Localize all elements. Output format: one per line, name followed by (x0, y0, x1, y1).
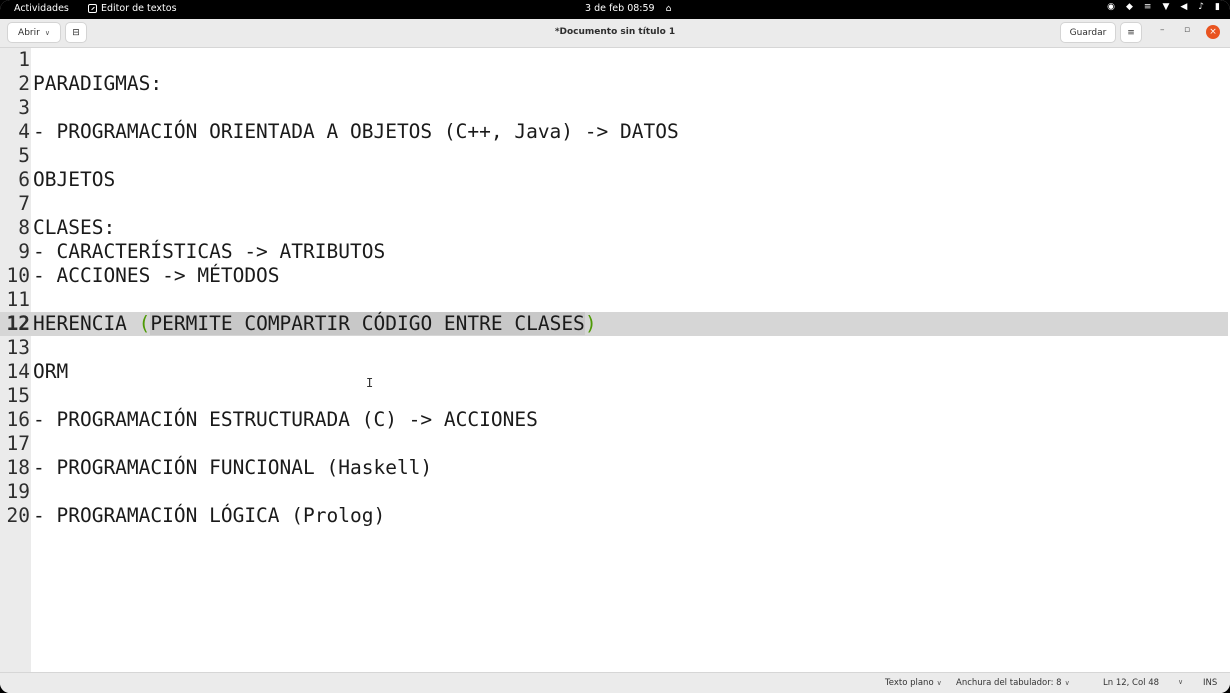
editor-line[interactable]: 20- PROGRAMACIÓN LÓGICA (Prolog) (0, 504, 1230, 528)
text-editor-icon (88, 4, 97, 13)
language-label: Texto plano (885, 678, 934, 688)
menu-icon[interactable]: ≡ (1144, 2, 1152, 12)
line-number: 2 (18, 72, 30, 95)
line-number: 18 (6, 456, 30, 479)
editor-line[interactable]: 18- PROGRAMACIÓN FUNCIONAL (Haskell) (0, 456, 1230, 480)
editor-line[interactable]: 7 (0, 192, 1230, 216)
line-number: 11 (6, 288, 30, 311)
clock-text: 3 de feb 08:59 (585, 3, 655, 14)
line-number: 1 (18, 48, 30, 71)
notification-icon: ⌂ (665, 3, 672, 14)
editor-line[interactable]: 13 (0, 336, 1230, 360)
clock[interactable]: 3 de feb 08:59 ⌂ (585, 3, 671, 14)
line-text: - PROGRAMACIÓN LÓGICA (Prolog) (33, 504, 386, 527)
editor-line[interactable]: 11 (0, 288, 1230, 312)
system-tray[interactable]: ◉ ◆ ≡ ▼ ◀ ♪ ▮ (1107, 2, 1220, 12)
line-number: 12 (6, 312, 30, 335)
status-bar: Texto plano ∨ Anchura del tabulador: 8 ∨… (0, 672, 1230, 693)
maximize-icon[interactable]: ▫ (1184, 25, 1190, 35)
editor-line[interactable]: 8 CLASES: (0, 216, 1230, 240)
editor-line-current[interactable]: 12 HERENCIA (PERMITE COMPARTIR CÓDIGO ENT… (0, 312, 1228, 336)
line-number: 14 (6, 360, 30, 383)
volume-icon: ◀ (1180, 2, 1188, 12)
ibeam-cursor-icon: I (366, 376, 374, 390)
line-number: 6 (18, 168, 30, 191)
line-text: OBJETOS (33, 168, 116, 191)
cursor-position[interactable]: Ln 12, Col 48 (1103, 678, 1159, 688)
dropbox-icon[interactable]: ◆ (1126, 2, 1133, 12)
insert-mode-label: INS (1203, 678, 1218, 688)
close-icon[interactable]: × (1206, 25, 1220, 39)
line-number: 10 (6, 264, 30, 287)
tab-width-selector[interactable]: Anchura del tabulador: 8 ∨ (956, 678, 1070, 688)
editor-line[interactable]: 14 ORM (0, 360, 1230, 384)
editor-line[interactable]: 19 (0, 480, 1230, 504)
line-text: - PROGRAMACIÓN ORIENTADA A OBJETOS (C++,… (33, 120, 679, 143)
editor-line[interactable]: 3 (0, 96, 1230, 120)
line-number: 7 (18, 192, 30, 215)
line-text: HERENCIA (PERMITE COMPARTIR CÓDIGO ENTRE… (33, 312, 597, 336)
line-text: - PROGRAMACIÓN FUNCIONAL (Haskell) (33, 456, 433, 479)
header-bar: Abrir ∨ ⊟ *Documento sin título 1 Guarda… (0, 19, 1230, 48)
editor-line[interactable]: 6 OBJETOS (0, 168, 1230, 192)
screen: Actividades Editor de textos 3 de feb 08… (0, 0, 1230, 693)
more-options-button[interactable]: ∨ (1178, 678, 1183, 686)
app-menu[interactable]: Editor de textos (88, 3, 177, 14)
editor-line[interactable]: 10- ACCIONES -> MÉTODOS (0, 264, 1230, 288)
main-menu-button[interactable]: ≡ (1120, 22, 1142, 43)
line-number: 15 (6, 384, 30, 407)
line-text: PARADIGMAS: (33, 72, 163, 95)
editor-line[interactable]: 1 (0, 48, 1230, 72)
tab-width-label: Anchura del tabulador: 8 (956, 678, 1062, 688)
wifi-icon: ▼ (1162, 2, 1170, 12)
editor-line[interactable]: 5 (0, 144, 1230, 168)
line-number: 8 (18, 216, 30, 239)
insert-mode[interactable]: INS (1203, 678, 1217, 688)
line-number: 5 (18, 144, 30, 167)
line-text: CLASES: (33, 216, 116, 239)
editor-line[interactable]: 4- PROGRAMACIÓN ORIENTADA A OBJETOS (C++… (0, 120, 1230, 144)
editor-line[interactable]: 17 (0, 432, 1230, 456)
chevron-down-icon: ∨ (1178, 678, 1184, 686)
editor-line[interactable]: 15 (0, 384, 1230, 408)
app-name: Editor de textos (101, 3, 177, 14)
system-top-bar: Actividades Editor de textos 3 de feb 08… (0, 0, 1230, 19)
save-button[interactable]: Guardar (1060, 22, 1116, 43)
line-text: ORM (33, 360, 69, 383)
microphone-icon: ♪ (1198, 2, 1205, 12)
matching-bracket-open: ( (138, 312, 151, 335)
line-number: 4 (18, 120, 30, 143)
battery-icon: ▮ (1215, 2, 1220, 12)
chevron-down-icon: ∨ (1064, 679, 1070, 687)
discord-icon[interactable]: ◉ (1107, 2, 1115, 12)
editor-line[interactable]: 16- PROGRAMACIÓN ESTRUCTURADA (C) -> ACC… (0, 408, 1230, 432)
minimize-icon[interactable]: – (1160, 25, 1165, 35)
matching-bracket-close: ) (584, 312, 597, 335)
line-number: 16 (6, 408, 30, 431)
line-number: 9 (18, 240, 30, 263)
line-text: - PROGRAMACIÓN ESTRUCTURADA (C) -> ACCIO… (33, 408, 538, 431)
line-number: 17 (6, 432, 30, 455)
language-selector[interactable]: Texto plano ∨ (885, 678, 942, 688)
cursor-position-label: Ln 12, Col 48 (1103, 678, 1160, 688)
activities-button[interactable]: Actividades (14, 3, 69, 14)
line-number: 13 (6, 336, 30, 359)
chevron-down-icon: ∨ (936, 679, 942, 687)
line-text-plain: HERENCIA (33, 312, 139, 335)
line-text: - ACCIONES -> MÉTODOS (33, 264, 280, 287)
editor-line[interactable]: 2 PARADIGMAS: (0, 72, 1230, 96)
line-text: - CARACTERÍSTICAS -> ATRIBUTOS (33, 240, 386, 263)
hamburger-icon: ≡ (1127, 27, 1135, 38)
editor-line[interactable]: 9- CARACTERÍSTICAS -> ATRIBUTOS (0, 240, 1230, 264)
line-number: 20 (6, 504, 30, 527)
line-number: 3 (18, 96, 30, 119)
document-title: *Documento sin título 1 (554, 27, 676, 37)
text-editor[interactable]: 1 2 PARADIGMAS: 3 4- PROGRAMACIÓN ORIENTADA … (0, 48, 1230, 672)
selected-text: PERMITE COMPARTIR CÓDIGO ENTRE CLASES (150, 312, 585, 335)
line-number: 19 (6, 480, 30, 503)
